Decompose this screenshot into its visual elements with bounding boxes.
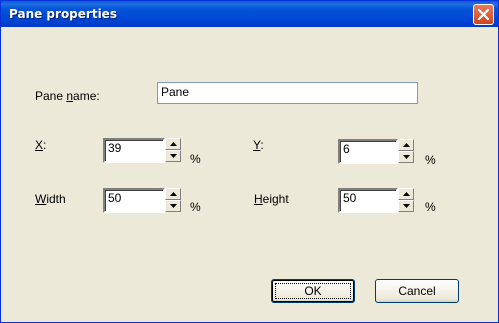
x-input[interactable]: 39 <box>103 138 165 163</box>
arrow-up-icon <box>170 142 177 146</box>
height-spinner[interactable] <box>398 188 414 212</box>
x-label: X: <box>35 138 47 152</box>
arrow-up-icon <box>170 192 177 196</box>
arrow-down-icon <box>170 154 177 158</box>
height-spin-down-button[interactable] <box>398 200 414 212</box>
width-unit-label: % <box>190 200 201 214</box>
dialog-body: Pane name: Pane X: 39 % Y: 6 % Width 50 … <box>1 27 498 322</box>
y-spin-down-button[interactable] <box>398 151 414 163</box>
close-icon <box>477 8 490 21</box>
close-button[interactable] <box>473 4 494 25</box>
arrow-up-icon <box>403 192 410 196</box>
y-spinner[interactable] <box>398 139 414 163</box>
x-spin-down-button[interactable] <box>165 150 181 162</box>
ok-button-label: OK <box>304 284 322 298</box>
pane-name-input[interactable]: Pane <box>157 82 418 104</box>
pane-properties-dialog: Pane properties Pane name: Pane X: 39 % … <box>0 0 499 323</box>
height-label: Height <box>254 192 289 206</box>
arrow-down-icon <box>403 155 410 159</box>
width-spin-down-button[interactable] <box>165 200 181 212</box>
width-input[interactable]: 50 <box>103 188 165 213</box>
cancel-button[interactable]: Cancel <box>375 279 459 303</box>
width-label: Width <box>35 192 66 206</box>
y-label: Y: <box>253 138 264 152</box>
width-spinner[interactable] <box>165 188 181 212</box>
window-title: Pane properties <box>9 7 117 21</box>
title-bar[interactable]: Pane properties <box>1 1 498 27</box>
arrow-down-icon <box>170 204 177 208</box>
x-unit-label: % <box>190 152 201 166</box>
height-input[interactable]: 50 <box>338 188 398 213</box>
arrow-down-icon <box>403 204 410 208</box>
y-input[interactable]: 6 <box>338 139 398 164</box>
x-spinner[interactable] <box>165 138 181 162</box>
cancel-button-label: Cancel <box>398 284 436 298</box>
width-spin-up-button[interactable] <box>165 188 181 200</box>
pane-name-label: Pane name: <box>35 89 100 103</box>
ok-button[interactable]: OK <box>271 279 355 303</box>
height-spin-up-button[interactable] <box>398 188 414 200</box>
y-spin-up-button[interactable] <box>398 139 414 151</box>
height-unit-label: % <box>425 200 436 214</box>
y-unit-label: % <box>425 153 436 167</box>
arrow-up-icon <box>403 143 410 147</box>
x-spin-up-button[interactable] <box>165 138 181 150</box>
